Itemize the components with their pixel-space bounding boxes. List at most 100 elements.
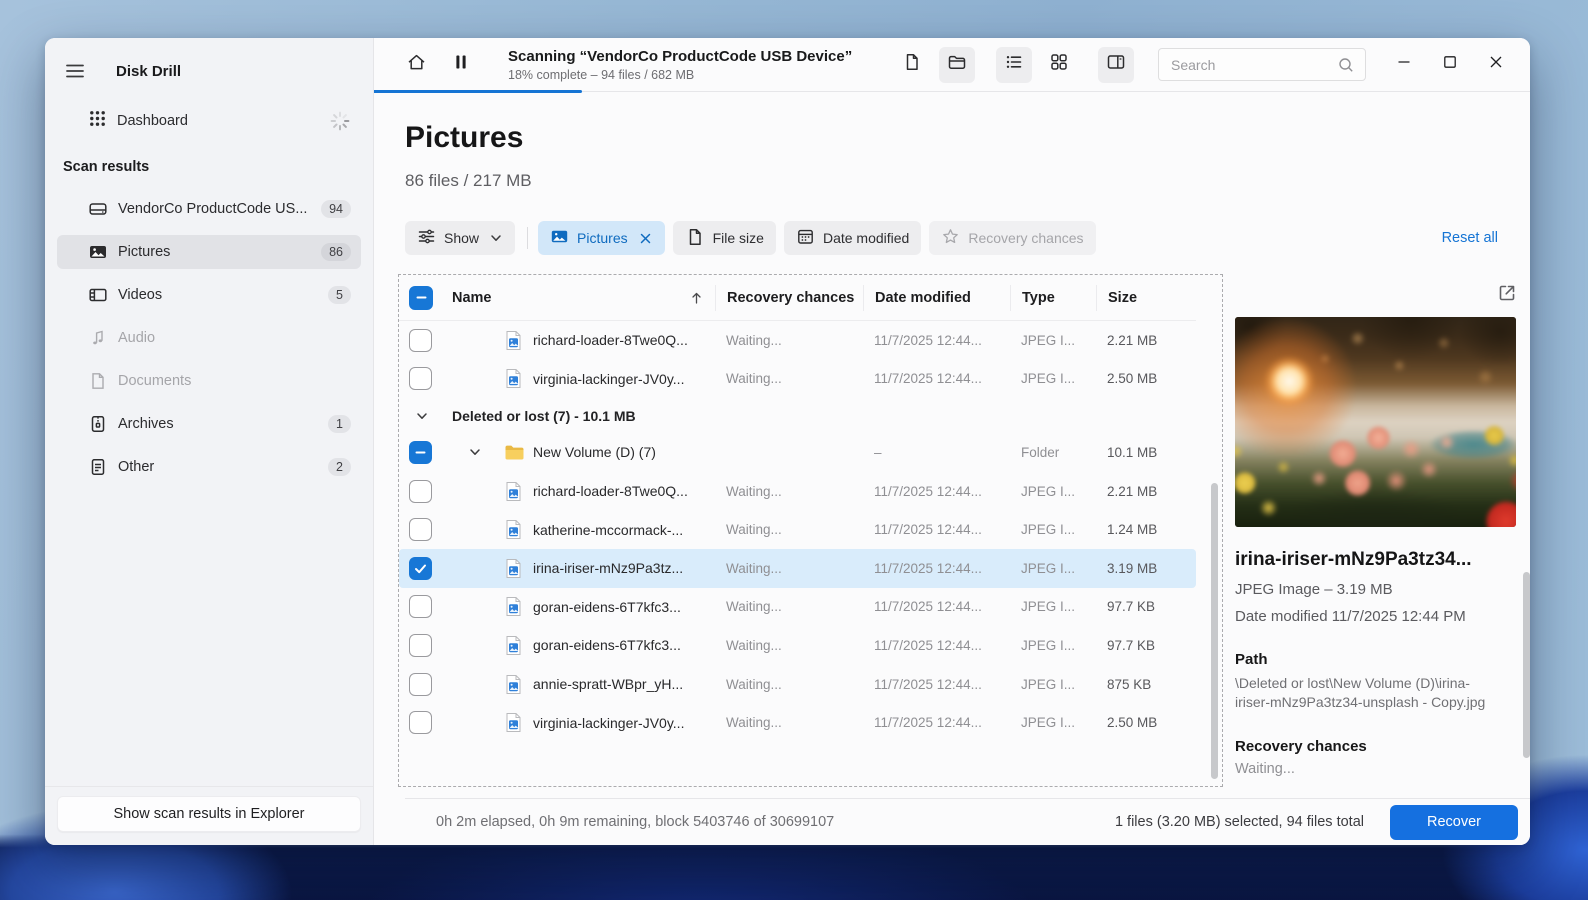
content: Pictures 86 files / 217 MB Show Pictures…: [374, 92, 1530, 845]
row-checkbox[interactable]: [409, 367, 432, 391]
table-scrollbar-thumb[interactable]: [1211, 483, 1218, 779]
preview-recovery-label: Recovery chances: [1235, 737, 1367, 755]
reset-all-link[interactable]: Reset all: [1442, 230, 1498, 246]
hamburger-menu-icon[interactable]: [63, 59, 87, 83]
table-row[interactable]: katherine-mccormack-... Waiting... 11/7/…: [399, 510, 1196, 549]
date-modified-cell: 11/7/2025 12:44...: [874, 637, 982, 653]
toolbar-right: [885, 46, 1134, 83]
documents-icon: [88, 371, 108, 391]
sidebar-item-other[interactable]: Other 2: [57, 450, 361, 484]
pictures-icon: [88, 242, 108, 262]
recovery-chances-cell: Waiting...: [726, 637, 782, 653]
recovery-chances-cell: Waiting...: [726, 715, 782, 731]
close-button[interactable]: [1476, 47, 1516, 83]
chevron-down-icon: [489, 231, 503, 245]
row-checkbox[interactable]: [409, 711, 432, 735]
row-checkbox[interactable]: [409, 672, 432, 696]
file-name: richard-loader-8Twe0Q...: [533, 483, 688, 500]
sidebar-item-videos[interactable]: Videos 5: [57, 278, 361, 312]
type-cell: JPEG I...: [1021, 637, 1076, 653]
size-cell: 10.1 MB: [1107, 444, 1158, 460]
pause-scan-button[interactable]: [443, 47, 479, 83]
sidebar-item-pictures[interactable]: Pictures 86: [57, 235, 361, 269]
column-header-size[interactable]: Size: [1096, 284, 1196, 311]
sidebar-item-audio[interactable]: Audio: [57, 321, 361, 355]
drive-icon: [88, 199, 108, 219]
preview-path-label: Path: [1235, 651, 1268, 668]
chevron-down-icon[interactable]: [415, 409, 429, 423]
jpeg-file-icon: [504, 674, 525, 695]
archives-icon: [88, 414, 108, 434]
close-icon: [1487, 53, 1505, 76]
search-input[interactable]: [1169, 55, 1303, 74]
sidebar-item-documents[interactable]: Documents: [57, 364, 361, 398]
table-row[interactable]: richard-loader-8Twe0Q... Waiting... 11/7…: [399, 472, 1196, 511]
select-all-checkbox[interactable]: [409, 285, 433, 310]
chevron-down-icon[interactable]: [468, 445, 482, 459]
column-header-date-modified[interactable]: Date modified: [863, 284, 1010, 311]
image-blue-icon: [550, 227, 569, 249]
row-checkbox[interactable]: [409, 556, 432, 580]
table-row[interactable]: virginia-lackinger-JV0y... Waiting... 11…: [399, 703, 1196, 742]
row-checkbox[interactable]: [409, 518, 432, 542]
minimize-button[interactable]: [1384, 47, 1424, 83]
table-row[interactable]: goran-eidens-6T7kfc3... Waiting... 11/7/…: [399, 588, 1196, 627]
remove-filter-icon[interactable]: [638, 231, 653, 246]
row-checkbox[interactable]: [409, 328, 432, 352]
table-row[interactable]: irina-iriser-mNz9Pa3tz... Waiting... 11/…: [399, 548, 1196, 588]
row-checkbox[interactable]: [409, 595, 432, 619]
preview-image[interactable]: [1235, 317, 1516, 527]
list-view-button[interactable]: [996, 46, 1032, 83]
file-name: richard-loader-8Twe0Q...: [533, 332, 688, 349]
show-in-explorer-button[interactable]: Show scan results in Explorer: [57, 796, 361, 832]
table-row[interactable]: virginia-lackinger-JV0y... Waiting... 11…: [399, 360, 1196, 399]
sliders-icon: [417, 227, 436, 249]
show-filter-dropdown[interactable]: Show: [405, 221, 516, 255]
row-checkbox[interactable]: [409, 440, 432, 464]
scan-progress-bar: [374, 90, 583, 93]
column-header-name[interactable]: Name: [452, 290, 492, 306]
filter-bar: Show Pictures File size Date modified Re…: [405, 221, 1530, 255]
table-row[interactable]: New Volume (D) (7) – Folder 10.1 MB: [399, 433, 1196, 472]
column-header-recovery-chances[interactable]: Recovery chances: [715, 284, 863, 311]
folder-view-button[interactable]: [939, 46, 975, 83]
file-name: annie-spratt-WBpr_yH...: [533, 676, 684, 693]
group-row[interactable]: Deleted or lost (7) - 10.1 MB: [399, 398, 1222, 433]
type-cell: JPEG I...: [1021, 332, 1076, 348]
toggle-preview-panel-button[interactable]: [1098, 46, 1134, 83]
grid-view-button[interactable]: [1041, 47, 1077, 83]
table-row[interactable]: annie-spratt-WBpr_yH... Waiting... 11/7/…: [399, 665, 1196, 704]
type-cell: JPEG I...: [1021, 715, 1076, 731]
row-checkbox[interactable]: [409, 479, 432, 503]
selection-summary: 1 files (3.20 MB) selected, 94 files tot…: [1114, 814, 1364, 830]
sidebar-item-dashboard[interactable]: Dashboard: [57, 104, 361, 138]
recover-button[interactable]: Recover: [1390, 804, 1518, 840]
file-view-button[interactable]: [894, 47, 930, 83]
table-row[interactable]: richard-loader-8Twe0Q... Waiting... 11/7…: [399, 321, 1196, 360]
sidebar-item-archives[interactable]: Archives 1: [57, 407, 361, 441]
column-header-type[interactable]: Type: [1010, 284, 1096, 311]
file-name: virginia-lackinger-JV0y...: [533, 370, 685, 387]
sort-ascending-icon[interactable]: [690, 291, 703, 305]
recovery-chances-cell: Waiting...: [726, 560, 782, 576]
date-modified-cell: 11/7/2025 12:44...: [874, 483, 982, 499]
open-external-icon[interactable]: [1496, 282, 1518, 304]
list-view-icon: [1004, 52, 1024, 77]
size-cell: 875 KB: [1107, 676, 1152, 692]
preview-date-modified: Date modified 11/7/2025 12:44 PM: [1235, 608, 1466, 625]
filter-chip-file-size[interactable]: File size: [672, 221, 776, 255]
table-header: Name Recovery chances Date modified Type…: [399, 275, 1196, 321]
filter-chip-pictures[interactable]: Pictures: [538, 221, 665, 255]
filter-chip-date-modified[interactable]: Date modified: [783, 221, 922, 255]
maximize-button[interactable]: [1430, 47, 1470, 83]
preview-scrollbar-thumb[interactable]: [1523, 572, 1530, 758]
jpeg-file-icon: [504, 712, 525, 733]
jpeg-file-icon: [504, 558, 525, 579]
videos-icon: [88, 285, 108, 305]
search-box[interactable]: [1158, 48, 1366, 81]
home-button[interactable]: [398, 47, 434, 83]
filter-chip-recovery-chances[interactable]: Recovery chances: [929, 221, 1096, 255]
table-row[interactable]: goran-eidens-6T7kfc3... Waiting... 11/7/…: [399, 626, 1196, 665]
sidebar-item-vendorco-productcode-us[interactable]: VendorCo ProductCode US... 94: [57, 192, 361, 226]
row-checkbox[interactable]: [409, 633, 432, 657]
